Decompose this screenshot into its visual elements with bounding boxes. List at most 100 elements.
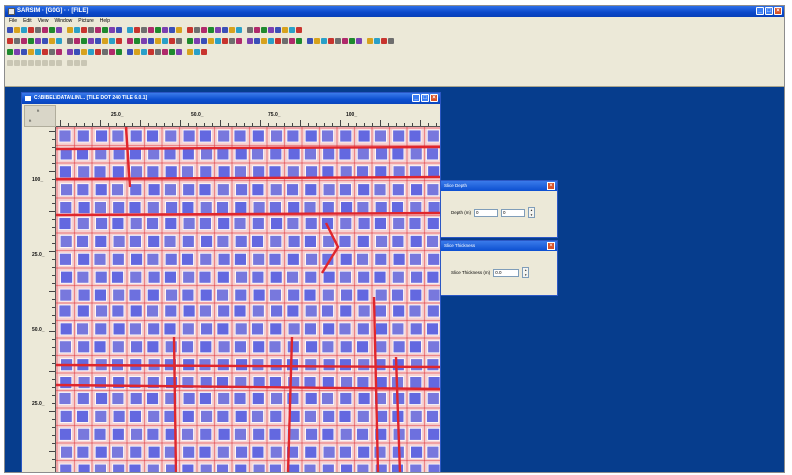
toolbar-button-icon[interactable] bbox=[134, 38, 140, 44]
toolbar-button-icon[interactable] bbox=[49, 60, 55, 66]
toolbar-button-icon[interactable] bbox=[102, 38, 108, 44]
toolbar-button-icon[interactable] bbox=[381, 38, 387, 44]
slice-depth-close-button[interactable]: × bbox=[547, 182, 555, 190]
toolbar-button-icon[interactable] bbox=[194, 49, 200, 55]
toolbar-button-icon[interactable] bbox=[49, 49, 55, 55]
minimize-button[interactable]: _ bbox=[756, 7, 764, 15]
toolbar-button-icon[interactable] bbox=[261, 27, 267, 33]
toolbar-button-icon[interactable] bbox=[187, 27, 193, 33]
toolbar-button-icon[interactable] bbox=[236, 38, 242, 44]
toolbar-button-icon[interactable] bbox=[88, 49, 94, 55]
toolbar-button-icon[interactable] bbox=[148, 38, 154, 44]
toolbar-button-icon[interactable] bbox=[67, 38, 73, 44]
toolbar-button-icon[interactable] bbox=[155, 49, 161, 55]
toolbar-button-icon[interactable] bbox=[162, 27, 168, 33]
toolbar-button-icon[interactable] bbox=[56, 60, 62, 66]
toolbar-button-icon[interactable] bbox=[215, 38, 221, 44]
toolbar-button-icon[interactable] bbox=[187, 49, 193, 55]
toolbar-button-icon[interactable] bbox=[162, 38, 168, 44]
toolbar-button-icon[interactable] bbox=[275, 38, 281, 44]
toolbar-button-icon[interactable] bbox=[194, 38, 200, 44]
toolbar-button-icon[interactable] bbox=[95, 27, 101, 33]
toolbar-button-icon[interactable] bbox=[289, 38, 295, 44]
toolbar-button-icon[interactable] bbox=[35, 38, 41, 44]
toolbar-button-icon[interactable] bbox=[201, 27, 207, 33]
toolbar-button-icon[interactable] bbox=[102, 49, 108, 55]
toolbar-button-icon[interactable] bbox=[169, 49, 175, 55]
toolbar-button-icon[interactable] bbox=[282, 38, 288, 44]
toolbar-button-icon[interactable] bbox=[81, 60, 87, 66]
toolbar-button-icon[interactable] bbox=[95, 49, 101, 55]
toolbar-button-icon[interactable] bbox=[187, 38, 193, 44]
toolbar-button-icon[interactable] bbox=[28, 60, 34, 66]
toolbar-button-icon[interactable] bbox=[162, 49, 168, 55]
toolbar-button-icon[interactable] bbox=[236, 27, 242, 33]
toolbar-button-icon[interactable] bbox=[102, 27, 108, 33]
toolbar-button-icon[interactable] bbox=[28, 38, 34, 44]
toolbar-button-icon[interactable] bbox=[169, 38, 175, 44]
close-button[interactable]: × bbox=[774, 7, 782, 15]
slice-thickness-close-button[interactable]: × bbox=[547, 242, 555, 250]
toolbar-button-icon[interactable] bbox=[254, 27, 260, 33]
child-minimize-button[interactable]: _ bbox=[412, 94, 420, 102]
toolbar-button-icon[interactable] bbox=[275, 27, 281, 33]
toolbar-button-icon[interactable] bbox=[42, 27, 48, 33]
toolbar-button-icon[interactable] bbox=[7, 27, 13, 33]
toolbar-button-icon[interactable] bbox=[268, 27, 274, 33]
toolbar-button-icon[interactable] bbox=[155, 38, 161, 44]
menu-edit[interactable]: Edit bbox=[23, 17, 32, 25]
toolbar-button-icon[interactable] bbox=[81, 49, 87, 55]
toolbar-button-icon[interactable] bbox=[81, 38, 87, 44]
slice-depth-palette[interactable]: Slice Depth × Depth (m) 0 0 ▲ ▼ bbox=[440, 180, 558, 238]
toolbar-button-icon[interactable] bbox=[342, 38, 348, 44]
toolbar-button-icon[interactable] bbox=[21, 38, 27, 44]
toolbar-button-icon[interactable] bbox=[148, 49, 154, 55]
toolbar-button-icon[interactable] bbox=[88, 27, 94, 33]
toolbar-button-icon[interactable] bbox=[282, 27, 288, 33]
toolbar-button-icon[interactable] bbox=[388, 38, 394, 44]
toolbar-button-icon[interactable] bbox=[229, 27, 235, 33]
toolbar-button-icon[interactable] bbox=[328, 38, 334, 44]
toolbar-button-icon[interactable] bbox=[74, 38, 80, 44]
toolbar-button-icon[interactable] bbox=[28, 49, 34, 55]
toolbar-button-icon[interactable] bbox=[208, 38, 214, 44]
toolbar-button-icon[interactable] bbox=[49, 27, 55, 33]
toolbar-button-icon[interactable] bbox=[21, 60, 27, 66]
toolbar-button-icon[interactable] bbox=[247, 27, 253, 33]
toolbar-button-icon[interactable] bbox=[74, 27, 80, 33]
toolbar-button-icon[interactable] bbox=[56, 38, 62, 44]
toolbar-button-icon[interactable] bbox=[67, 49, 73, 55]
toolbar-button-icon[interactable] bbox=[35, 60, 41, 66]
toolbar-button-icon[interactable] bbox=[296, 38, 302, 44]
maximize-button[interactable]: □ bbox=[765, 7, 773, 15]
toolbar-button-icon[interactable] bbox=[141, 27, 147, 33]
toolbar-button-icon[interactable] bbox=[155, 27, 161, 33]
toolbar-button-icon[interactable] bbox=[335, 38, 341, 44]
thickness-field[interactable]: 0.0 bbox=[493, 268, 520, 277]
toolbar-button-icon[interactable] bbox=[21, 49, 27, 55]
toolbar-button-icon[interactable] bbox=[42, 49, 48, 55]
toolbar-button-icon[interactable] bbox=[14, 49, 20, 55]
toolbar-button-icon[interactable] bbox=[194, 27, 200, 33]
toolbar-button-icon[interactable] bbox=[134, 27, 140, 33]
toolbar-button-icon[interactable] bbox=[14, 27, 20, 33]
toolbar-button-icon[interactable] bbox=[109, 49, 115, 55]
thickness-spinner[interactable]: ▲ ▼ bbox=[522, 267, 530, 278]
toolbar-button-icon[interactable] bbox=[254, 38, 260, 44]
toolbar-button-icon[interactable] bbox=[81, 27, 87, 33]
toolbar-button-icon[interactable] bbox=[321, 38, 327, 44]
toolbar-button-icon[interactable] bbox=[109, 27, 115, 33]
tile-image-canvas[interactable] bbox=[56, 127, 440, 472]
toolbar-button-icon[interactable] bbox=[296, 27, 302, 33]
toolbar-button-icon[interactable] bbox=[42, 38, 48, 44]
toolbar-button-icon[interactable] bbox=[307, 38, 313, 44]
toolbar-button-icon[interactable] bbox=[356, 38, 362, 44]
toolbar-button-icon[interactable] bbox=[56, 49, 62, 55]
toolbar-button-icon[interactable] bbox=[349, 38, 355, 44]
toolbar-button-icon[interactable] bbox=[35, 49, 41, 55]
toolbar-button-icon[interactable] bbox=[367, 38, 373, 44]
toolbar-button-icon[interactable] bbox=[127, 38, 133, 44]
toolbar-button-icon[interactable] bbox=[14, 60, 20, 66]
toolbar-button-icon[interactable] bbox=[67, 27, 73, 33]
child-close-button[interactable]: × bbox=[430, 94, 438, 102]
